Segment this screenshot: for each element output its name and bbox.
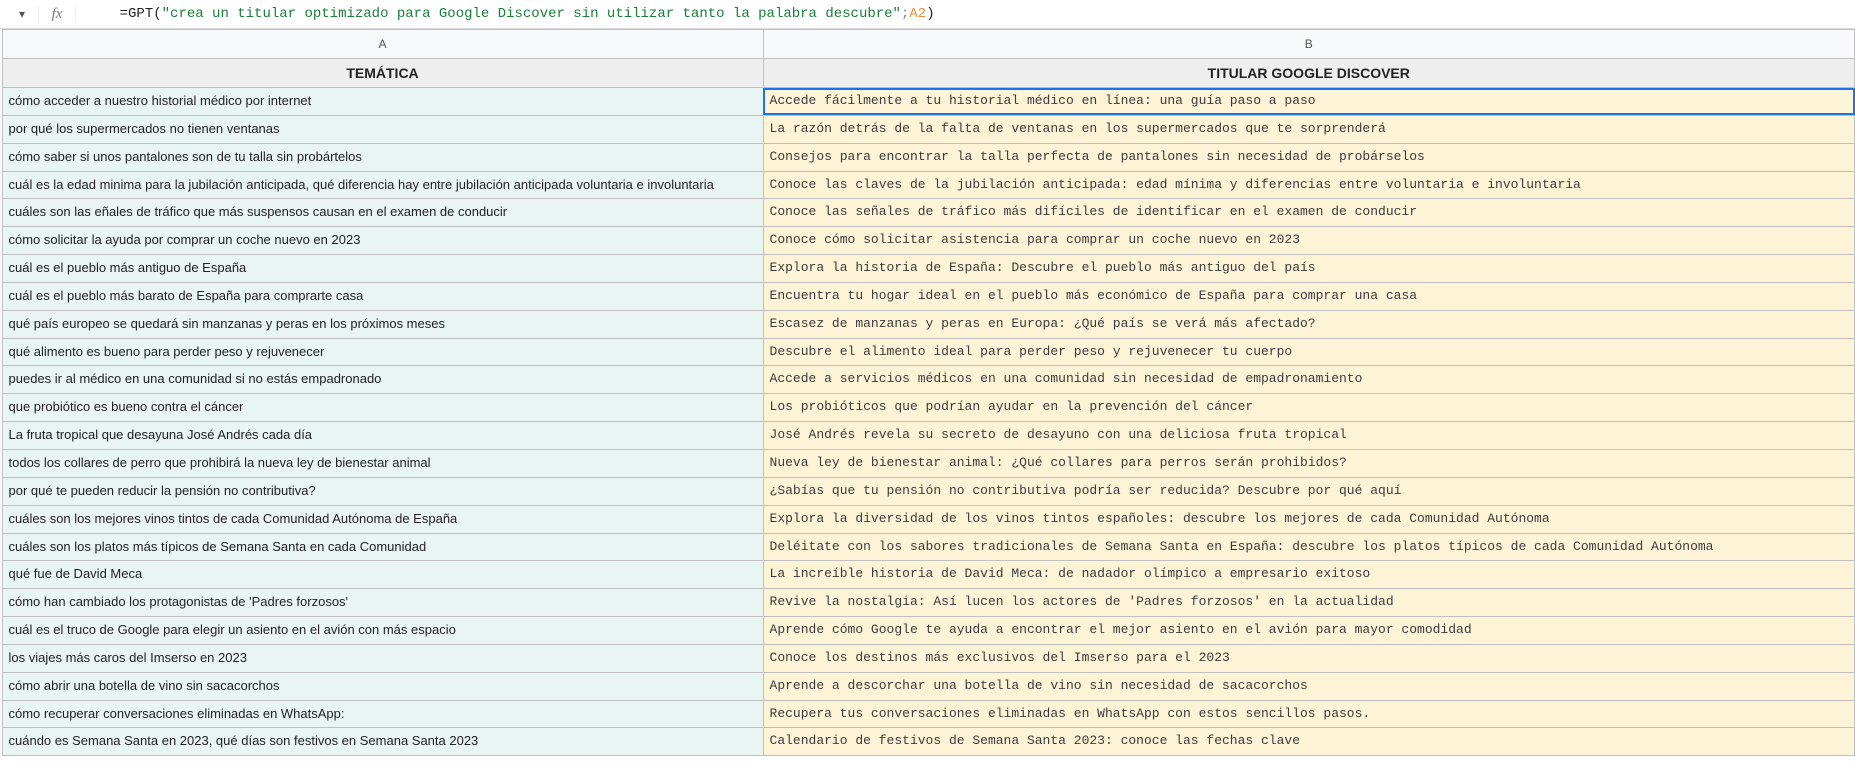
table-row: qué fue de David MecaLa increíble histor… <box>0 561 1855 589</box>
formula-fn-name: GPT <box>128 6 153 22</box>
cell-titular[interactable]: Nueva ley de bienestar animal: ¿Qué coll… <box>763 449 1854 477</box>
table-row: cómo abrir una botella de vino sin sacac… <box>0 672 1855 700</box>
cell-titular[interactable]: Encuentra tu hogar ideal en el pueblo má… <box>763 282 1854 310</box>
table-row: todos los collares de perro que prohibir… <box>0 449 1855 477</box>
cell-titular[interactable]: Conoce los destinos más exclusivos del I… <box>763 644 1854 672</box>
formula-close-paren: ) <box>926 6 934 22</box>
table-row: qué país europeo se quedará sin manzanas… <box>0 310 1855 338</box>
cell-titular[interactable]: Explora la diversidad de los vinos tinto… <box>763 505 1854 533</box>
formula-equals: = <box>120 6 128 22</box>
name-box-dropdown-icon[interactable]: ▾ <box>6 7 38 21</box>
cell-tematica[interactable]: cuáles son los platos más típicos de Sem… <box>2 533 763 561</box>
cell-tematica[interactable]: cómo saber si unos pantalones son de tu … <box>2 143 763 171</box>
table-row: cómo saber si unos pantalones son de tu … <box>0 143 1855 171</box>
cell-tematica[interactable]: por qué te pueden reducir la pensión no … <box>2 477 763 505</box>
formula-bar: ▾ fx =GPT("crea un titular optimizado pa… <box>0 0 1855 29</box>
cell-titular[interactable]: Aprende cómo Google te ayuda a encontrar… <box>763 617 1854 645</box>
cell-titular[interactable]: Conoce las señales de tráfico más difíci… <box>763 199 1854 227</box>
cell-titular[interactable]: Explora la historia de España: Descubre … <box>763 255 1854 283</box>
cell-tematica[interactable]: que probiótico es bueno contra el cáncer <box>2 394 763 422</box>
cell-tematica[interactable]: cómo solicitar la ayuda por comprar un c… <box>2 227 763 255</box>
cell-tematica[interactable]: qué alimento es bueno para perder peso y… <box>2 338 763 366</box>
cell-tematica[interactable]: cuándo es Semana Santa en 2023, qué días… <box>2 728 763 756</box>
cell-titular[interactable]: Deléitate con los sabores tradicionales … <box>763 533 1854 561</box>
cell-titular[interactable]: Conoce cómo solicitar asistencia para co… <box>763 227 1854 255</box>
cell-tematica[interactable]: todos los collares de perro que prohibir… <box>2 449 763 477</box>
cell-tematica[interactable]: puedes ir al médico en una comunidad si … <box>2 366 763 394</box>
cell-titular[interactable]: Accede a servicios médicos en una comuni… <box>763 366 1854 394</box>
cell-titular[interactable]: Aprende a descorchar una botella de vino… <box>763 672 1854 700</box>
table-row: puedes ir al médico en una comunidad si … <box>0 366 1855 394</box>
table-row: cómo recuperar conversaciones eliminadas… <box>0 700 1855 728</box>
table-row: cuáles son los mejores vinos tintos de c… <box>0 505 1855 533</box>
cell-tematica[interactable]: cuál es el truco de Google para elegir u… <box>2 617 763 645</box>
cell-tematica[interactable]: cómo han cambiado los protagonistas de '… <box>2 589 763 617</box>
cell-titular[interactable]: Los probióticos que podrían ayudar en la… <box>763 394 1854 422</box>
formula-open-paren: ( <box>153 6 161 22</box>
cell-tematica[interactable]: cuál es el pueblo más barato de España p… <box>2 282 763 310</box>
cell-titular[interactable]: La increíble historia de David Meca: de … <box>763 561 1854 589</box>
cell-tematica[interactable]: cómo recuperar conversaciones eliminadas… <box>2 700 763 728</box>
cell-tematica[interactable]: cuál es la edad minima para la jubilació… <box>2 171 763 199</box>
cell-tematica[interactable]: los viajes más caros del Imserso en 2023 <box>2 644 763 672</box>
cell-titular[interactable]: Descubre el alimento ideal para perder p… <box>763 338 1854 366</box>
cell-titular[interactable]: Escasez de manzanas y peras en Europa: ¿… <box>763 310 1854 338</box>
cell-tematica[interactable]: cómo abrir una botella de vino sin sacac… <box>2 672 763 700</box>
table-row: cuál es el truco de Google para elegir u… <box>0 617 1855 645</box>
cell-tematica[interactable]: cómo acceder a nuestro historial médico … <box>2 88 763 116</box>
fx-icon[interactable]: fx <box>38 6 76 23</box>
table-row: cuál es el pueblo más barato de España p… <box>0 282 1855 310</box>
cell-titular[interactable]: ¿Sabías que tu pensión no contributiva p… <box>763 477 1854 505</box>
spreadsheet-grid[interactable]: A B TEMÁTICA TITULAR GOOGLE DISCOVER cóm… <box>0 29 1855 756</box>
table-row: que probiótico es bueno contra el cáncer… <box>0 394 1855 422</box>
table-row: cuál es el pueblo más antiguo de EspañaE… <box>0 255 1855 283</box>
table-row: por qué te pueden reducir la pensión no … <box>0 477 1855 505</box>
cell-tematica[interactable]: cuáles son las eñales de tráfico que más… <box>2 199 763 227</box>
cell-titular[interactable]: La razón detrás de la falta de ventanas … <box>763 115 1854 143</box>
cell-titular[interactable]: Accede fácilmente a tu historial médico … <box>763 88 1854 116</box>
table-row: cuál es la edad minima para la jubilació… <box>0 171 1855 199</box>
cell-titular[interactable]: Calendario de festivos de Semana Santa 2… <box>763 728 1854 756</box>
formula-input[interactable]: =GPT("crea un titular optimizado para Go… <box>76 0 1855 38</box>
table-row: cómo solicitar la ayuda por comprar un c… <box>0 227 1855 255</box>
table-row: los viajes más caros del Imserso en 2023… <box>0 644 1855 672</box>
cell-tematica[interactable]: cuáles son los mejores vinos tintos de c… <box>2 505 763 533</box>
cell-tematica[interactable]: qué fue de David Meca <box>2 561 763 589</box>
cell-tematica[interactable]: por qué los supermercados no tienen vent… <box>2 115 763 143</box>
cell-tematica[interactable]: La fruta tropical que desayuna José Andr… <box>2 422 763 450</box>
cell-header-titular[interactable]: TITULAR GOOGLE DISCOVER <box>763 59 1854 88</box>
cell-titular[interactable]: Conoce las claves de la jubilación antic… <box>763 171 1854 199</box>
table-row: cuándo es Semana Santa en 2023, qué días… <box>0 728 1855 756</box>
cell-tematica[interactable]: qué país europeo se quedará sin manzanas… <box>2 310 763 338</box>
table-row: qué alimento es bueno para perder peso y… <box>0 338 1855 366</box>
table-row: cuáles son los platos más típicos de Sem… <box>0 533 1855 561</box>
cell-titular[interactable]: Revive la nostalgia: Así lucen los actor… <box>763 589 1854 617</box>
cell-titular[interactable]: José Andrés revela su secreto de desayun… <box>763 422 1854 450</box>
table-row: cómo acceder a nuestro historial médico … <box>0 88 1855 116</box>
table-row: por qué los supermercados no tienen vent… <box>0 115 1855 143</box>
cell-titular[interactable]: Consejos para encontrar la talla perfect… <box>763 143 1854 171</box>
table-row: cómo han cambiado los protagonistas de '… <box>0 589 1855 617</box>
formula-cell-ref: A2 <box>909 6 926 22</box>
table-row: cuáles son las eñales de tráfico que más… <box>0 199 1855 227</box>
formula-string-arg: "crea un titular optimizado para Google … <box>162 6 901 22</box>
cell-tematica[interactable]: cuál es el pueblo más antiguo de España <box>2 255 763 283</box>
cell-header-tematica[interactable]: TEMÁTICA <box>2 59 763 88</box>
header-row: TEMÁTICA TITULAR GOOGLE DISCOVER <box>0 59 1855 88</box>
cell-titular[interactable]: Recupera tus conversaciones eliminadas e… <box>763 700 1854 728</box>
table-row: La fruta tropical que desayuna José Andr… <box>0 422 1855 450</box>
